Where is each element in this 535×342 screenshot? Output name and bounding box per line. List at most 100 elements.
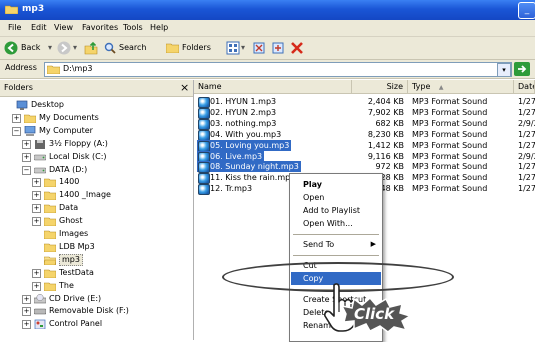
menu-file[interactable]: File (8, 23, 21, 32)
file-size: 972 KB (375, 162, 404, 172)
file-name: 04. With you.mp3 (197, 129, 283, 141)
forward-dropdown-icon[interactable]: ▾ (73, 41, 77, 55)
collapse-icon[interactable]: − (22, 165, 31, 175)
folders-button[interactable]: Folders (166, 41, 218, 55)
folder-icon (5, 5, 18, 14)
menu-help[interactable]: Help (150, 23, 168, 32)
folder-icon (44, 217, 56, 227)
tree-item-ghost[interactable]: + Ghost (0, 215, 190, 227)
file-date: 1/27/20 (518, 97, 535, 106)
removable-disk-icon (34, 309, 46, 315)
folder-icon (44, 230, 56, 239)
expand-icon[interactable]: + (32, 178, 41, 188)
file-date: 1/27/20 (518, 107, 535, 117)
tree-item-1400-image[interactable]: +1400 _Image (0, 189, 190, 201)
tree-item-control-panel[interactable]: + Control Panel (0, 318, 190, 330)
tree-item-my-computer[interactable]: − My Computer (0, 125, 190, 137)
menu-item-play[interactable]: Play (291, 178, 381, 191)
tree-item-data[interactable]: + Data (0, 202, 190, 214)
forward-arrow-icon[interactable] (57, 41, 71, 55)
tree-item-1400[interactable]: +1400 (0, 176, 190, 188)
expand-icon[interactable]: + (22, 307, 31, 317)
menu-item-open[interactable]: Open (291, 191, 381, 204)
menu-edit[interactable]: Edit (31, 23, 47, 32)
address-label: Address (5, 63, 37, 72)
menu-item-open-with[interactable]: Open With... (291, 217, 381, 230)
back-button[interactable]: Back (4, 41, 54, 55)
menu-item-send-to[interactable]: Send To ▶ (291, 238, 381, 251)
tree-item-the[interactable]: + The (0, 280, 190, 292)
menu-tools[interactable]: Tools (123, 23, 143, 32)
expand-icon[interactable]: + (12, 113, 21, 123)
expand-icon[interactable]: + (32, 204, 41, 214)
file-size: 1,412 KB (367, 140, 404, 150)
address-input[interactable]: D:\mp3 (44, 62, 512, 77)
computer-icon (24, 125, 36, 136)
tree-item-ldb-mp3[interactable]: LDB Mp3 (0, 241, 190, 253)
minimize-button[interactable]: _ (518, 2, 535, 19)
tree-item-cd-drive-e[interactable]: + CD Drive (E:) (0, 293, 190, 305)
back-dropdown-icon[interactable]: ▾ (48, 41, 52, 55)
cd-drive-icon (34, 293, 46, 303)
column-name[interactable]: Name (194, 80, 352, 94)
file-row[interactable]: 04. With you.mp3 8,230 KB MP3 Format Sound… (194, 129, 535, 141)
tree-item-3-floppy-a[interactable]: +3½ Floppy (A:) (0, 138, 190, 150)
collapse-icon[interactable]: − (12, 126, 21, 136)
file-row[interactable]: 08. Sunday night.mp3 972 KB MP3 Format Sou… (194, 161, 535, 174)
expand-icon[interactable]: + (32, 281, 41, 291)
menu-view[interactable]: View (54, 23, 73, 32)
folders-pane-title: Folders (4, 83, 33, 92)
search-button[interactable]: Search (104, 41, 162, 55)
move-to-icon[interactable] (252, 41, 266, 55)
address-dropdown-button[interactable]: ▾ (497, 63, 511, 77)
tree-item-images[interactable]: Images (0, 228, 190, 240)
file-date: 1/27/20 (518, 162, 535, 172)
address-value: D:\mp3 (63, 64, 93, 73)
file-row[interactable]: 02. HYUN 2.mp3 7,902 KB MP3 Format Sound 1/… (194, 107, 535, 119)
folder-icon (24, 114, 36, 123)
copy-to-icon[interactable] (271, 41, 285, 55)
expand-icon[interactable]: + (22, 139, 31, 149)
column-size[interactable]: Size (352, 80, 408, 94)
tree-item-local-disk-c[interactable]: + Local Disk (C:) (0, 151, 190, 163)
delete-icon[interactable] (290, 41, 304, 55)
file-date: 1/27/20 (518, 129, 535, 139)
file-row[interactable]: 01. HYUN 1.mp3 2,404 KB MP3 Format Sound 1/… (194, 96, 535, 108)
drive-icon (34, 154, 46, 160)
tree-item-desktop[interactable]: Desktop (0, 99, 190, 111)
drive-icon (34, 167, 46, 173)
tree-item-testdata[interactable]: + TestData (0, 267, 190, 279)
window-title: mp3 (22, 4, 45, 14)
expand-icon[interactable]: + (32, 217, 41, 227)
up-folder-icon[interactable] (84, 41, 98, 55)
go-arrow-icon[interactable] (514, 62, 530, 76)
file-date: 1/27/20 (518, 184, 535, 194)
menu-item-add-to-playlist[interactable]: Add to Playlist (291, 204, 381, 217)
file-row[interactable]: 03. nothing.mp3 682 KB MP3 Format Sound 2/9… (194, 118, 535, 130)
tree-item-data-d[interactable]: − DATA (D:) (0, 164, 190, 176)
file-name: 02. HYUN 2.mp3 (197, 107, 278, 119)
column-date-modified[interactable]: Date Mo (514, 80, 535, 94)
tree-item-my-documents[interactable]: + My Documents (0, 112, 190, 124)
expand-icon[interactable]: + (22, 152, 31, 162)
file-type: MP3 Format Sound (412, 97, 488, 106)
views-icon[interactable] (226, 41, 240, 55)
close-pane-icon[interactable]: × (180, 81, 189, 94)
folder-icon (44, 243, 56, 252)
tree-item-label: Removable Disk (F:) (49, 306, 129, 316)
tree-item-label: Data (59, 203, 79, 213)
column-type[interactable]: Type ▲ (408, 80, 514, 94)
file-row[interactable]: 06. Live.mp3 9,116 KB MP3 Format Sound 2/9/… (194, 150, 535, 163)
file-size: 8,230 KB (367, 129, 404, 139)
file-row[interactable]: 05. Loving you.mp3 1,412 KB MP3 Format Sou… (194, 139, 535, 152)
folder-icon (44, 204, 56, 214)
expand-icon[interactable]: + (32, 268, 41, 278)
views-dropdown-icon[interactable]: ▾ (241, 41, 245, 55)
expand-icon[interactable]: + (22, 294, 31, 304)
tree-item-removable-disk-f[interactable]: + Removable Disk (F:) (0, 305, 190, 317)
expand-icon[interactable]: + (22, 320, 31, 330)
tree-item-mp3[interactable]: mp3 (0, 253, 190, 266)
expand-icon[interactable]: + (32, 191, 41, 201)
menu-favorites[interactable]: Favorites (82, 23, 118, 32)
file-date: 2/9/200 (518, 151, 535, 161)
